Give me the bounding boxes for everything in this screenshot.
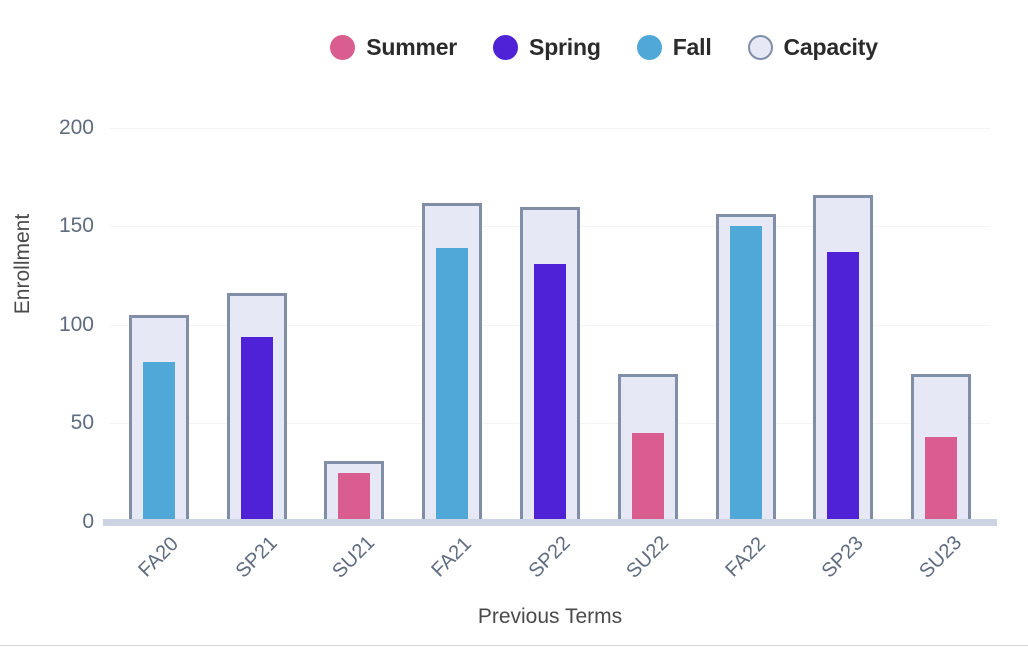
x-axis-baseline (103, 519, 997, 526)
chart-legend: Summer Spring Fall Capacity (0, 34, 1028, 61)
bar-group (697, 108, 795, 522)
legend-item-capacity[interactable]: Capacity (747, 34, 878, 61)
bar-group (208, 108, 306, 522)
legend-item-spring[interactable]: Spring (493, 34, 601, 61)
x-axis-tick-cell: FA21 (403, 530, 501, 592)
y-axis-tick-labels: 0 50 100 150 200 (34, 108, 94, 533)
x-axis-tick-label: SP22 (524, 532, 575, 583)
bar-group (110, 108, 208, 522)
y-axis-tick-label: 0 (82, 510, 94, 533)
enrollment-bar[interactable] (729, 226, 762, 522)
bar-group (501, 108, 599, 522)
enrollment-bar[interactable] (925, 437, 958, 522)
x-axis-tick-label: SU22 (621, 531, 673, 583)
legend-label: Capacity (783, 34, 878, 60)
x-axis-title: Previous Terms (477, 605, 623, 628)
x-axis-tick-cell: FA22 (697, 530, 795, 592)
enrollment-bar[interactable] (534, 263, 567, 522)
x-axis-tick-cell: SP21 (208, 530, 306, 592)
legend-label: Spring (529, 34, 601, 60)
y-axis-title: Enrollment (11, 213, 34, 315)
x-axis-tick-cell: SU23 (892, 530, 990, 592)
bar-group (892, 108, 990, 522)
x-axis-tick-label: FA20 (134, 532, 183, 582)
bar-group (794, 108, 892, 522)
legend-item-fall[interactable]: Fall (636, 34, 712, 61)
bar-group (403, 108, 501, 522)
x-axis-tick-cell: SP22 (501, 530, 599, 592)
enrollment-bar[interactable] (631, 433, 664, 522)
legend-swatch-icon (747, 35, 773, 60)
x-axis-tick-label: FA22 (720, 532, 770, 582)
bar-group (306, 108, 404, 522)
bar-group (599, 108, 697, 522)
x-axis-tick-cell: SU22 (599, 530, 697, 592)
x-axis-tick-label: SU21 (328, 531, 380, 583)
enrollment-bar[interactable] (142, 362, 175, 522)
legend-swatch-icon (636, 35, 662, 60)
enrollment-bar[interactable] (436, 247, 469, 522)
y-axis-tick-label: 50 (70, 411, 94, 435)
x-axis-tick-cell: FA20 (110, 530, 208, 592)
y-axis-tick-label: 200 (58, 115, 94, 139)
x-axis-tick-label: SP23 (817, 532, 869, 583)
x-axis-tick-cell: SP23 (794, 530, 892, 592)
legend-label: Fall (672, 34, 712, 60)
bottom-divider (0, 645, 1028, 646)
legend-item-summer[interactable]: Summer (330, 34, 457, 61)
y-axis-tick-label: 150 (58, 214, 94, 238)
x-axis-tick-label: SP21 (231, 532, 282, 583)
enrollment-bar-chart: Summer Spring Fall Capacity Enrollment 0 50 1… (0, 0, 1028, 652)
bars-layer (110, 108, 990, 522)
legend-label: Summer (366, 34, 458, 60)
x-axis-tick-labels: FA20 SP21 SU21 FA21 SP22 SU22 FA22 SP23 SU23 (110, 530, 990, 592)
enrollment-bar[interactable] (827, 251, 860, 522)
y-axis-tick-label: 100 (58, 312, 94, 336)
legend-swatch-icon (330, 35, 356, 60)
x-axis-tick-cell: SU21 (306, 530, 404, 592)
x-axis-tick-label: SU23 (915, 531, 967, 583)
legend-swatch-icon (493, 35, 519, 60)
enrollment-bar[interactable] (240, 336, 273, 522)
x-axis-tick-label: FA21 (427, 532, 477, 582)
enrollment-bar[interactable] (338, 472, 371, 522)
